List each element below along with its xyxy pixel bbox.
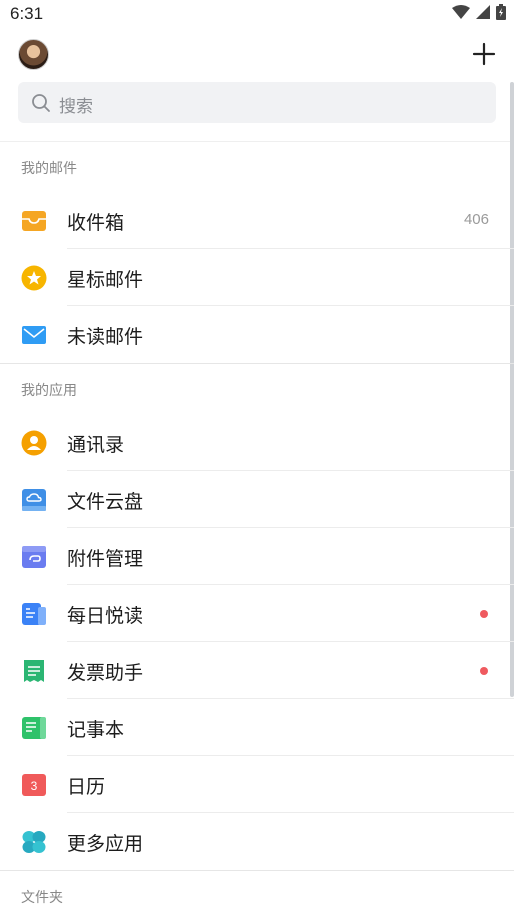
status-bar: 6:31 (0, 0, 514, 30)
search-icon (32, 94, 50, 112)
star-icon (21, 265, 47, 291)
search-placeholder: 搜索 (59, 97, 93, 117)
list-item-inbox[interactable]: 收件箱 406 (0, 192, 514, 249)
search-input[interactable]: 搜索 (18, 82, 496, 123)
avatar[interactable] (18, 39, 49, 70)
list-item-invoice[interactable]: 发票助手 (0, 642, 514, 699)
list-item-label: 文件云盘 (67, 491, 144, 513)
divider (0, 141, 514, 142)
section-header-folders: 文件夹 (21, 890, 63, 906)
list-item-cloud-drive[interactable]: 文件云盘 (0, 471, 514, 528)
list-item-label: 未读邮件 (67, 326, 144, 348)
header (0, 36, 514, 76)
list-item-label: 收件箱 (67, 212, 125, 234)
attachment-icon (22, 546, 46, 568)
unread-count: 406 (463, 211, 489, 228)
section-divider (0, 363, 514, 364)
list-item-label: 更多应用 (67, 833, 144, 855)
status-time: 6:31 (10, 4, 44, 23)
invoice-icon (24, 660, 44, 682)
add-icon[interactable] (468, 38, 500, 70)
list-item-more-apps[interactable]: 更多应用 (0, 813, 514, 870)
notification-dot (480, 667, 488, 675)
more-apps-icon (22, 831, 46, 853)
status-icons (452, 4, 506, 20)
wifi-icon (452, 5, 470, 19)
section-header-my-mail: 我的邮件 (21, 161, 77, 177)
calendar-day: 3 (31, 779, 38, 793)
notebook-icon (22, 717, 46, 739)
list-item-label: 日历 (67, 776, 106, 798)
list-item-label: 发票助手 (67, 662, 144, 684)
calendar-icon: 3 (22, 774, 46, 796)
battery-icon (496, 4, 506, 20)
contacts-icon (21, 430, 47, 456)
reading-icon (22, 603, 46, 625)
list-item-unread[interactable]: 未读邮件 (0, 306, 514, 363)
list-item-daily-reading[interactable]: 每日悦读 (0, 585, 514, 642)
list-item-label: 星标邮件 (67, 269, 144, 291)
list-item-label: 附件管理 (67, 548, 144, 570)
list-item-starred[interactable]: 星标邮件 (0, 249, 514, 306)
inbox-icon (22, 211, 46, 231)
list-item-notebook[interactable]: 记事本 (0, 699, 514, 756)
envelope-icon (22, 326, 46, 344)
list-item-label: 记事本 (67, 719, 125, 741)
list-item-contacts[interactable]: 通讯录 (0, 414, 514, 471)
list-item-label: 通讯录 (67, 434, 125, 456)
notification-dot (480, 610, 488, 618)
section-divider (0, 870, 514, 871)
list-item-label: 每日悦读 (67, 605, 144, 627)
list-item-calendar[interactable]: 3 日历 (0, 756, 514, 813)
cloud-drive-icon (22, 489, 46, 511)
signal-icon (476, 5, 490, 19)
section-header-my-apps: 我的应用 (21, 383, 77, 399)
list-item-attachments[interactable]: 附件管理 (0, 528, 514, 585)
